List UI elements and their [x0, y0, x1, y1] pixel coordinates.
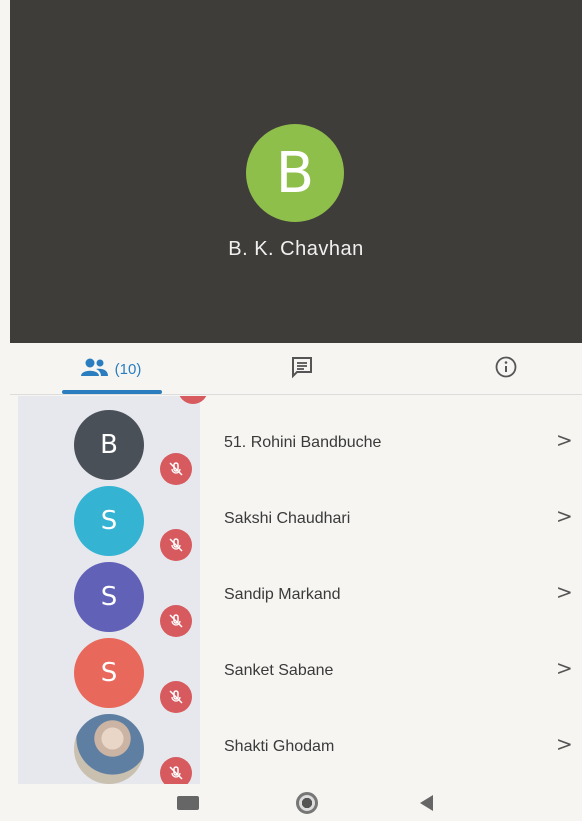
speaker-name: B. K. Chavhan — [228, 238, 364, 260]
participant-name: Sandip Markand — [224, 586, 341, 603]
participant-avatar: S — [74, 562, 144, 632]
participant-row[interactable]: Shakti Ghodam > — [18, 704, 582, 784]
chevron-right-icon[interactable]: > — [556, 656, 573, 680]
participant-row[interactable]: S Sanket Sabane > — [18, 628, 582, 713]
tab-bar: (10) — [10, 343, 582, 395]
chevron-right-icon[interactable]: > — [556, 732, 573, 756]
chevron-right-icon[interactable]: > — [556, 580, 573, 604]
participant-row[interactable]: B 51. Rohini Bandbuche > — [18, 400, 582, 485]
participant-avatar: S — [74, 486, 144, 556]
participant-avatar: B — [74, 410, 144, 480]
home-icon[interactable] — [296, 792, 318, 814]
back-icon[interactable] — [420, 795, 433, 811]
system-nav-bar — [0, 784, 582, 821]
participant-name: Sakshi Chaudhari — [224, 510, 351, 527]
tab-participants[interactable]: (10) — [50, 343, 170, 395]
recents-icon[interactable] — [177, 796, 199, 810]
active-tab-indicator — [62, 390, 162, 394]
tab-chat[interactable] — [272, 343, 332, 395]
participant-name: 51. Rohini Bandbuche — [224, 434, 382, 451]
chat-icon — [290, 355, 314, 384]
meeting-screen: B B. K. Chavhan (10) B 51. Rohini Bandbu… — [0, 0, 582, 821]
chevron-right-icon[interactable]: > — [556, 428, 573, 452]
chevron-right-icon[interactable]: > — [556, 504, 573, 528]
participant-row[interactable]: S Sakshi Chaudhari > — [18, 476, 582, 561]
participant-photo — [74, 714, 144, 784]
participant-row[interactable]: S Sandip Markand > — [18, 552, 582, 637]
people-icon — [79, 357, 109, 382]
participant-avatar: S — [74, 638, 144, 708]
mic-off-icon — [160, 757, 192, 784]
participant-name: Shakti Ghodam — [224, 738, 335, 755]
speaker-avatar: B — [246, 124, 344, 222]
info-icon — [494, 355, 518, 384]
tab-info[interactable] — [476, 343, 536, 395]
active-speaker-tile[interactable]: B B. K. Chavhan — [10, 0, 582, 343]
participants-count: (10) — [114, 360, 142, 378]
participant-name: Sanket Sabane — [224, 662, 334, 679]
participants-list[interactable]: B 51. Rohini Bandbuche > S Sakshi Chaudh… — [18, 396, 582, 784]
